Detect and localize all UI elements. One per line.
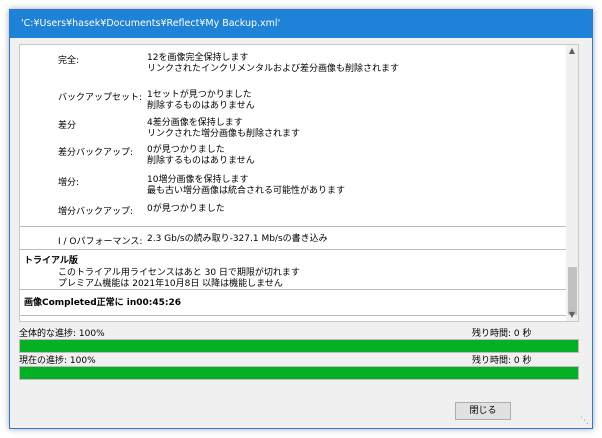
resize-grip-icon[interactable]: ⋱ xyxy=(580,416,590,426)
overall-progress-fill xyxy=(20,340,578,352)
current-progress-bar xyxy=(19,366,579,380)
log-divider xyxy=(20,249,566,250)
log-value-line: 1セットが見つかりました xyxy=(147,90,252,100)
chevron-up-icon[interactable]: ▲ xyxy=(566,45,578,57)
close-button[interactable]: 閉じる xyxy=(455,402,511,420)
window-title: 'C:¥Users¥hasek¥Documents¥Reflect¥My Bac… xyxy=(21,18,281,29)
chevron-down-icon[interactable]: ▼ xyxy=(566,309,578,321)
log-label: 増分: xyxy=(58,178,80,188)
log-divider xyxy=(20,289,566,290)
log-value-line: 0が見つかりました xyxy=(147,145,225,155)
log-value-line: 削除するものはありません xyxy=(147,156,255,166)
log-value-line: 0が見つかりました xyxy=(147,204,225,214)
log-label: 差分 xyxy=(58,121,77,131)
current-time-remaining: 残り時間: 0 秒 xyxy=(472,356,532,366)
scrollbar-thumb[interactable] xyxy=(568,267,577,315)
log-label: 完全: xyxy=(58,56,80,66)
log-value-line: リンクされたインクリメンタルおよび差分画像も削除されます xyxy=(147,64,400,74)
title-bar[interactable]: 'C:¥Users¥hasek¥Documents¥Reflect¥My Bac… xyxy=(10,10,592,38)
log-value-line: 10増分画像を保持します xyxy=(147,175,249,185)
log-scrollbar[interactable]: ▲ ▼ xyxy=(566,45,578,321)
trial-line: プレミアム機能は 2021年10月8日 以降は機能しません xyxy=(58,279,283,289)
log-value-line: 12を画像完全保持します xyxy=(147,53,249,63)
log-divider xyxy=(20,226,566,227)
current-progress-label: 現在の進捗: 100% xyxy=(19,356,96,366)
overall-progress-bar xyxy=(19,339,579,353)
log-value-line: リンクされた増分画像も削除されます xyxy=(147,129,301,139)
log-panel: 完全: 12を画像完全保持します リンクされたインクリメンタルおよび差分画像も削… xyxy=(19,44,579,322)
log-value-line: 削除するものはありません xyxy=(147,101,255,111)
status-text: 画像Completed正常に in00:45:26 xyxy=(24,298,182,308)
log-value-line: 2.3 Gb/sの読み取り-327.1 Mb/sの書き込み xyxy=(147,234,328,244)
backup-progress-window: 'C:¥Users¥hasek¥Documents¥Reflect¥My Bac… xyxy=(9,9,593,429)
log-label: バックアップセット: xyxy=(58,93,143,103)
log-value-line: 最も古い増分画像は統合される可能性があります xyxy=(147,186,346,196)
log-label: 増分バックアップ: xyxy=(58,207,134,217)
overall-progress-label: 全体的な進捗: 100% xyxy=(19,329,105,339)
log-divider xyxy=(20,315,566,316)
overall-time-remaining: 残り時間: 0 秒 xyxy=(472,329,532,339)
log-label: I / Oパフォーマンス: xyxy=(58,237,143,247)
current-progress-fill xyxy=(20,367,578,379)
log-value-line: 4差分画像を保持します xyxy=(147,118,243,128)
log-label: 差分バックアップ: xyxy=(58,148,134,158)
